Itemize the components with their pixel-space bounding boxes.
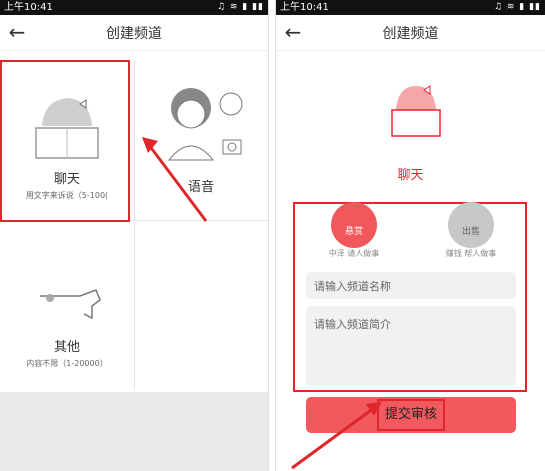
annotation-arrow-icon: [142, 137, 208, 222]
sell-label: 赚钱 帮人做事: [445, 249, 497, 258]
empty-area: [0, 392, 268, 471]
status-time: 上午10:41: [280, 2, 329, 13]
submit-label: 提交审核: [376, 399, 445, 431]
chat-selected-icon: [391, 85, 441, 137]
left-screen: 上午10:41 ♫ ≋ ▮ ▮▮ ← 创建频道 聊天 用文字来诉说（5-100(: [0, 0, 268, 471]
other-illustration-icon: [40, 289, 101, 320]
option-sell[interactable]: 出售 赚钱 帮人做事: [436, 202, 506, 259]
app-bar: ← 创建频道: [0, 15, 268, 51]
status-bar: 上午10:41 ♫ ≋ ▮ ▮▮: [0, 0, 268, 15]
right-screen: 上午10:41 ♫ ≋ ▮ ▮▮ ← 创建频道 聊天 悬赏 中泽 请人做事 出售…: [276, 0, 545, 471]
annotation-arrow-icon: [291, 402, 382, 470]
status-icons: ♫ ≋ ▮ ▮▮: [216, 2, 264, 12]
reward-icon: 悬赏: [331, 202, 377, 248]
sell-icon: 出售: [448, 202, 494, 248]
highlight-box: [0, 60, 130, 222]
page-title: 创建频道: [382, 25, 439, 42]
page-title: 创建频道: [106, 25, 162, 42]
status-time: 上午10:41: [4, 2, 53, 13]
other-label: 其他: [53, 340, 80, 355]
channel-type-other[interactable]: 其他 内容不限（1-20000）: [0, 272, 134, 392]
screenshot-root: 上午10:41 ♫ ≋ ▮ ▮▮ ← 创建频道 聊天 用文字来诉说（5-100(: [0, 0, 545, 471]
screen-divider: [268, 0, 276, 471]
app-bar: ← 创建频道: [276, 15, 545, 51]
back-arrow-icon[interactable]: ←: [282, 21, 304, 43]
channel-name-input[interactable]: 请输入频道名称: [306, 272, 516, 299]
option-reward[interactable]: 悬赏 中泽 请人做事: [324, 202, 384, 259]
selected-type-label: 聊天: [397, 168, 424, 183]
other-description: 内容不限（1-20000）: [26, 359, 108, 368]
reward-label: 中泽 请人做事: [328, 249, 380, 258]
status-icons: ♫ ≋ ▮ ▮▮: [493, 2, 541, 12]
channel-description-input[interactable]: 请输入频道简介: [306, 306, 516, 386]
status-bar: 上午10:41 ♫ ≋ ▮ ▮▮: [276, 0, 545, 15]
back-arrow-icon[interactable]: ←: [6, 21, 28, 43]
